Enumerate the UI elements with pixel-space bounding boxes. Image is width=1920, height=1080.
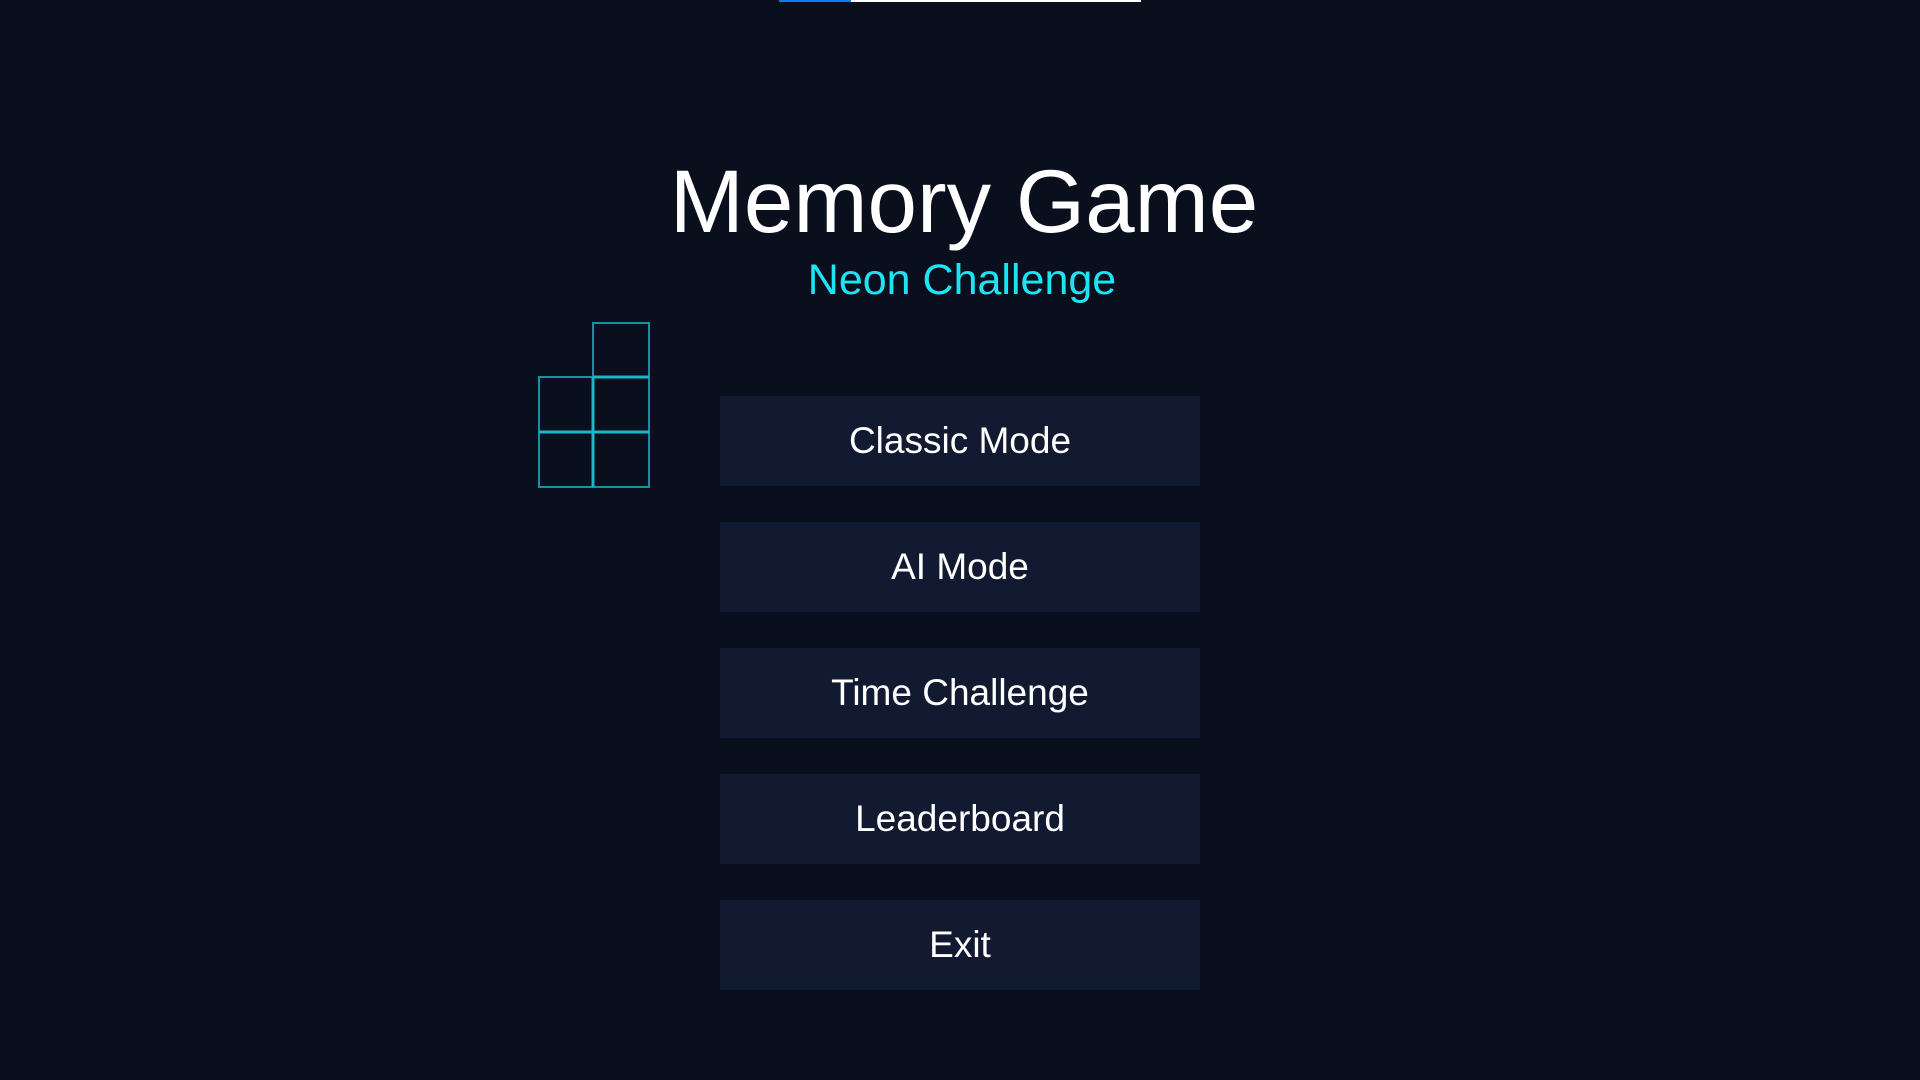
- grid-cell-mid-left: [538, 376, 594, 433]
- ai-mode-label: AI Mode: [891, 546, 1029, 587]
- classic-mode-button[interactable]: Classic Mode: [720, 396, 1200, 486]
- grid-cell-top: [592, 322, 650, 378]
- exit-label: Exit: [929, 924, 991, 965]
- classic-mode-label: Classic Mode: [848, 420, 1072, 461]
- ai-mode-button[interactable]: AI Mode: [720, 522, 1200, 612]
- game-title: Memory Game: [669, 151, 1259, 251]
- grid-cell-bottom-left: [538, 431, 594, 488]
- leaderboard-button[interactable]: Leaderboard: [720, 774, 1200, 864]
- time-challenge-label: Time Challenge: [831, 672, 1089, 713]
- grid-cell-mid-right: [592, 376, 650, 433]
- game-subtitle: Neon Challenge: [807, 256, 1117, 304]
- top-progress-fill: [779, 0, 852, 2]
- tetromino-grid-icon: [538, 322, 650, 488]
- grid-cell-bottom-right: [592, 431, 650, 488]
- time-challenge-button[interactable]: Time Challenge: [720, 648, 1200, 738]
- leaderboard-label: Leaderboard: [855, 798, 1065, 839]
- exit-button[interactable]: Exit: [720, 900, 1200, 990]
- top-progress-bar: [779, 0, 1141, 2]
